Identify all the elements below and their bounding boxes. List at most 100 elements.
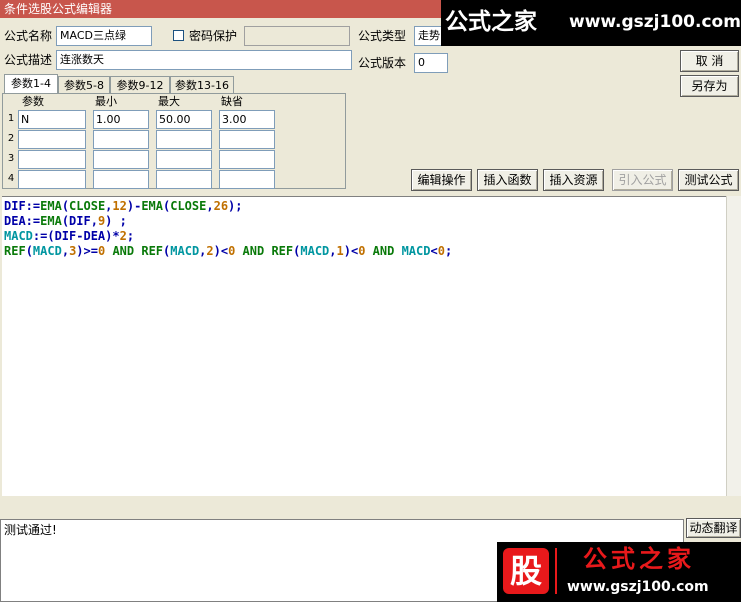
code-token: <: [430, 244, 438, 258]
tab-params-5-8[interactable]: 参数5-8: [58, 76, 110, 94]
code-token: ) ;: [105, 214, 127, 228]
code-token: EMA: [40, 199, 62, 213]
editor-scrollbar[interactable]: [726, 196, 741, 496]
code-token: AND: [365, 244, 402, 258]
formula-type-label: 公式类型: [358, 29, 407, 43]
code-token: ,: [206, 199, 214, 213]
param-min-cell[interactable]: [93, 170, 149, 189]
status-text: 测试通过!: [4, 523, 57, 537]
formula-editor[interactable]: DIF:=EMA(CLOSE,12)-EMA(CLOSE,26); DEA:=E…: [2, 196, 726, 496]
password-field[interactable]: [244, 26, 350, 46]
code-token: AND: [105, 244, 142, 258]
code-token: )>=: [76, 244, 98, 258]
code-token: 26: [213, 199, 229, 213]
test-formula-button[interactable]: 测试公式: [678, 169, 739, 191]
watermark-banner-top: 公式之家 www.gszj100.com: [441, 0, 741, 46]
code-token: 2: [206, 244, 214, 258]
watermark-bottom-url: www.gszj100.com: [567, 579, 709, 595]
import-formula-button[interactable]: 引入公式: [612, 169, 673, 191]
code-line: MACD:=(DIF-DEA)*2;: [4, 229, 724, 244]
cancel-button[interactable]: 取 消: [680, 50, 739, 72]
code-token: 2: [119, 229, 127, 243]
param-max-cell[interactable]: [156, 150, 212, 169]
code-token: ;: [444, 244, 453, 258]
formula-desc-field[interactable]: 连涨数天: [56, 50, 352, 70]
edit-operations-button[interactable]: 编辑操作: [411, 169, 472, 191]
param-default-cell[interactable]: 3.00: [219, 110, 275, 129]
code-token: (DIF,: [61, 214, 98, 228]
code-token: REF: [271, 244, 294, 258]
param-max-cell[interactable]: [156, 170, 212, 189]
code-token: (: [25, 244, 33, 258]
param-header-name: 参数: [22, 95, 44, 108]
tab-params-1-4[interactable]: 参数1-4: [4, 74, 58, 94]
code-token: ,: [61, 244, 70, 258]
tab-params-13-16[interactable]: 参数13-16: [170, 76, 234, 94]
formula-desc-label: 公式描述: [4, 53, 53, 67]
code-token: 12: [112, 199, 127, 213]
code-token: ,: [329, 244, 337, 258]
divider: [555, 548, 557, 594]
code-token: 0: [437, 244, 445, 258]
code-token: ;: [126, 229, 135, 243]
watermark-bottom-name: 公式之家: [583, 544, 695, 573]
code-token: CLOSE: [170, 199, 207, 213]
code-token: )-: [126, 199, 142, 213]
code-token: MACD: [32, 244, 62, 258]
code-token: :=(DIF-DEA)*: [32, 229, 120, 243]
watermark-banner-bottom: 股 公式之家 www.gszj100.com: [497, 542, 741, 602]
code-token: REF: [141, 244, 164, 258]
param-min-cell[interactable]: 1.00: [93, 110, 149, 129]
watermark-top-url: www.gszj100.com: [569, 12, 741, 32]
code-line: REF(MACD,3)>=0 AND REF(MACD,2)<0 AND REF…: [4, 244, 724, 259]
code-token: 1: [336, 244, 344, 258]
code-token: DIF:=: [4, 199, 41, 213]
code-token: REF: [4, 244, 26, 258]
param-default-cell[interactable]: [219, 150, 275, 169]
code-token: MACD: [170, 244, 200, 258]
param-max-cell[interactable]: [156, 130, 212, 149]
param-max-cell[interactable]: 50.00: [156, 110, 212, 129]
password-checkbox[interactable]: [173, 30, 184, 41]
code-token: MACD: [4, 229, 33, 243]
save-as-button[interactable]: 另存为: [680, 75, 739, 97]
stock-logo-text: 股: [509, 552, 542, 590]
code-token: EMA: [40, 214, 62, 228]
param-name-cell[interactable]: [18, 170, 86, 189]
param-name-cell[interactable]: N: [18, 110, 86, 129]
param-header-default: 缺省: [221, 95, 243, 108]
param-header-max: 最大: [158, 95, 180, 108]
code-line: DEA:=EMA(DIF,9) ;: [4, 214, 724, 229]
formula-version-field[interactable]: 0: [414, 53, 448, 73]
code-token: MACD: [300, 244, 330, 258]
param-header-min: 最小: [95, 95, 117, 108]
param-default-cell[interactable]: [219, 130, 275, 149]
param-name-cell[interactable]: [18, 130, 86, 149]
password-label: 密码保护: [189, 29, 238, 43]
param-default-cell[interactable]: [219, 170, 275, 189]
dynamic-translate-button[interactable]: 动态翻译: [686, 518, 741, 538]
code-token: DEA:=: [4, 214, 41, 228]
param-row-number: 4: [7, 173, 15, 184]
tab-params-9-12[interactable]: 参数9-12: [110, 76, 170, 94]
code-line: DIF:=EMA(CLOSE,12)-EMA(CLOSE,26);: [4, 199, 724, 214]
formula-name-label: 公式名称: [4, 29, 53, 43]
param-min-cell[interactable]: [93, 150, 149, 169]
param-row-number: 1: [7, 113, 15, 124]
code-token: )<: [343, 244, 359, 258]
param-min-cell[interactable]: [93, 130, 149, 149]
code-token: )<: [213, 244, 229, 258]
code-token: EMA: [141, 199, 163, 213]
insert-resource-button[interactable]: 插入资源: [543, 169, 604, 191]
code-token: CLOSE: [69, 199, 106, 213]
param-row-number: 2: [7, 133, 15, 144]
param-name-cell[interactable]: [18, 150, 86, 169]
code-token: );: [228, 199, 243, 213]
param-row-number: 3: [7, 153, 15, 164]
code-token: MACD: [401, 244, 431, 258]
code-token: AND: [235, 244, 272, 258]
formula-name-field[interactable]: MACD三点绿: [56, 26, 152, 46]
insert-function-button[interactable]: 插入函数: [477, 169, 538, 191]
watermark-top-name: 公式之家: [445, 8, 537, 35]
formula-version-label: 公式版本: [358, 56, 407, 70]
